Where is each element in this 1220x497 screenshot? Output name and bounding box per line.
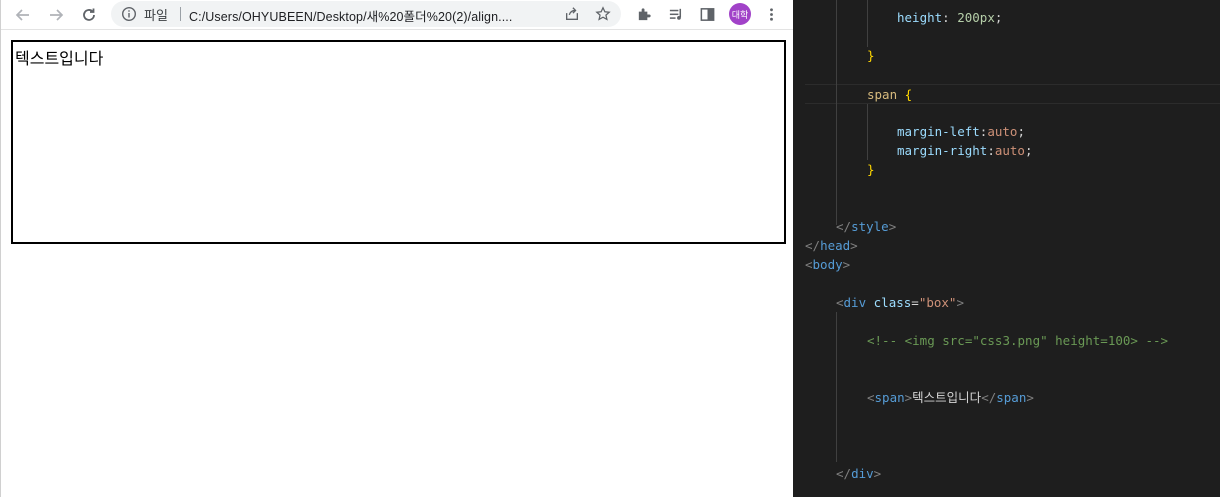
avatar-text: 대학 <box>731 10 749 21</box>
code-line: span { <box>867 85 912 104</box>
css-property: height <box>897 10 943 25</box>
address-bar[interactable]: 파일 C:/Users/OHYUBEEN/Desktop/새%20폴더%20(2… <box>111 1 621 27</box>
css-property: margin-left <box>897 124 980 139</box>
html-tag: body <box>812 257 843 272</box>
code-line: <!-- <img src="css3.png" height=100> --> <box>867 331 1168 350</box>
browser-window: 파일 C:/Users/OHYUBEEN/Desktop/새%20폴더%20(2… <box>0 0 794 497</box>
arrow-right-icon <box>50 9 64 21</box>
indent-guide <box>867 104 868 160</box>
code-line: margin-left:auto; <box>897 124 1025 139</box>
box-text: 텍스트입니다 <box>15 49 104 68</box>
html-tag: div <box>851 466 874 481</box>
menu-icon <box>769 7 773 21</box>
star-icon <box>595 6 611 21</box>
url-text[interactable]: C:/Users/OHYUBEEN/Desktop/새%20폴더%20(2)/a… <box>189 6 512 25</box>
share-icon <box>566 7 578 20</box>
css-value: auto <box>987 124 1018 139</box>
code-line: margin-right:auto; <box>897 143 1033 158</box>
html-comment: <!-- <img src="css3.png" height=100> --> <box>867 333 1169 348</box>
html-tag: span <box>996 390 1027 405</box>
brace: } <box>867 48 875 63</box>
code-line: <span>텍스트입니다</span> <box>867 390 1034 405</box>
css-value: 200px <box>957 10 995 25</box>
html-tag: head <box>820 238 851 253</box>
side-panel-icon <box>700 7 714 21</box>
side-panel-button[interactable] <box>697 4 717 24</box>
reload-button[interactable] <box>77 3 101 27</box>
indent-guide <box>867 0 868 47</box>
html-attribute: class <box>873 295 912 310</box>
html-attribute-value: "box" <box>918 295 957 310</box>
code-line: <div class="box"> <box>836 295 964 310</box>
html-tag: div <box>843 295 867 310</box>
code-line: } <box>867 160 875 179</box>
css-selector: span <box>867 87 898 102</box>
html-tag: style <box>851 219 889 234</box>
code-line: </div> <box>836 466 882 481</box>
code-editor[interactable]: height: 200px; } span { margin-left:auto… <box>793 0 1220 497</box>
bookmark-button[interactable] <box>594 5 612 23</box>
code-line: </style> <box>836 219 897 234</box>
scheme-label: 파일 <box>144 9 168 24</box>
page-viewport: 텍스트입니다 <box>2 31 794 497</box>
address-separator <box>180 7 181 21</box>
back-button[interactable] <box>11 3 35 27</box>
reload-icon <box>83 8 95 21</box>
media-button[interactable] <box>666 4 686 24</box>
css-property: margin-right <box>897 143 988 158</box>
media-icon <box>669 8 681 20</box>
css-value: auto <box>994 143 1025 158</box>
indent-guide <box>836 312 837 462</box>
code-line: } <box>867 46 875 65</box>
extensions-button[interactable] <box>634 4 654 24</box>
menu-button[interactable] <box>761 4 781 24</box>
code-line: <body> <box>805 257 851 272</box>
span-text-content: 텍스트입니다 <box>912 390 982 405</box>
indent-guide <box>836 0 837 225</box>
brace: } <box>867 162 875 177</box>
info-icon[interactable] <box>121 6 137 22</box>
brace: { <box>904 87 913 102</box>
box-element: 텍스트입니다 <box>11 40 786 244</box>
code-line: height: 200px; <box>897 10 1003 25</box>
code-line: </head> <box>805 238 858 253</box>
extensions-icon <box>638 7 651 20</box>
arrow-left-icon <box>15 9 29 21</box>
share-button[interactable] <box>563 5 581 23</box>
html-tag: span <box>874 390 905 405</box>
browser-toolbar: 파일 C:/Users/OHYUBEEN/Desktop/새%20폴더%20(2… <box>1 0 794 30</box>
profile-avatar[interactable]: 대학 <box>729 3 751 25</box>
forward-button[interactable] <box>44 3 68 27</box>
